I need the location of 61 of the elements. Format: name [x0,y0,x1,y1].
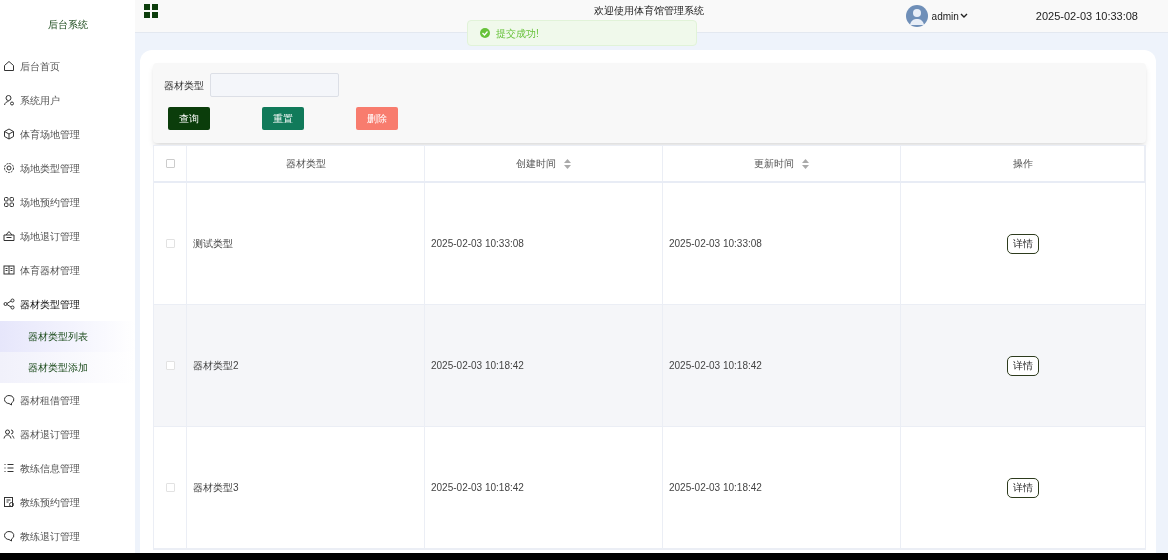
sidebar-item[interactable]: 体育场地管理 [0,117,135,151]
checkbox[interactable] [165,239,175,248]
details-button[interactable]: 详情 [1007,355,1039,376]
grid-icon [3,196,15,208]
table-cell-text: 测试类型 [193,237,233,251]
checkbox[interactable] [165,483,175,492]
column-header: 更新时间 [754,157,794,171]
toast-message: 提交成功! [496,26,539,41]
details-button[interactable]: 详情 [1007,477,1039,498]
user-menu[interactable]: admin [931,8,968,24]
list-icon [3,462,15,474]
sidebar-item[interactable]: 器材退订管理 [0,417,135,451]
settings-icon [3,162,15,174]
chevron-down-icon [959,13,968,19]
nodes-icon [3,298,15,310]
sidebar-item[interactable]: 器材类型管理 [0,287,135,321]
sidebar-item[interactable]: 场地类型管理 [0,151,135,185]
table-cell-text: 2025-02-03 10:18:42 [431,359,524,373]
avatar[interactable] [905,5,928,27]
table-cell-text: 2025-02-03 10:33:08 [431,237,524,251]
sort-icon[interactable] [564,158,571,169]
table-cell-text: 2025-02-03 10:33:08 [669,237,762,251]
sort-icon[interactable] [802,158,809,169]
sidebar-item[interactable]: 教练预约管理 [0,485,135,519]
column-header: 创建时间 [516,157,556,171]
checkbox[interactable] [165,159,175,168]
sidebar-title: 后台系统 [46,18,89,32]
column-header: 器材类型 [285,157,326,171]
chat-icon [3,530,15,542]
field-label: 器材类型 [164,78,204,93]
datetime: 2025-02-03 10:33:08 [1035,8,1138,24]
home-icon [3,60,15,72]
sidebar-item[interactable]: 系统用户 [0,83,135,117]
book-icon [3,264,15,276]
success-icon [480,28,490,38]
table-cell-text: 器材类型3 [193,481,239,495]
action-button[interactable]: 重置 [262,107,304,130]
checkbox[interactable] [165,361,175,370]
cube-icon [3,128,15,140]
sidebar-item[interactable]: 体育器材管理 [0,253,135,287]
column-header: 操作 [1012,157,1033,171]
form-icon [3,496,15,508]
tray-icon [3,230,15,242]
chat-icon [3,394,15,406]
sidebar-item[interactable]: 后台首页 [0,49,135,83]
sidebar-item[interactable]: 场地预约管理 [0,185,135,219]
sidebar-item[interactable]: 器材租借管理 [0,383,135,417]
table-cell-text: 2025-02-03 10:18:42 [669,359,762,373]
sidebar-item[interactable]: 教练信息管理 [0,451,135,485]
input-field[interactable] [210,73,339,97]
grid-icon[interactable] [144,4,158,18]
sidebar-item[interactable]: 场地退订管理 [0,219,135,253]
table-cell-text: 2025-02-03 10:18:42 [431,481,524,495]
details-button[interactable]: 详情 [1007,233,1039,254]
users-icon [3,428,15,440]
user-icon [3,94,15,106]
table-cell-text: 2025-02-03 10:18:42 [669,481,762,495]
action-button[interactable]: 查询 [168,107,210,130]
header-title: 欢迎使用体育馆管理系统 [594,4,704,18]
table-cell-text: 器材类型2 [193,359,239,373]
sidebar-item[interactable]: 教练退订管理 [0,519,135,553]
